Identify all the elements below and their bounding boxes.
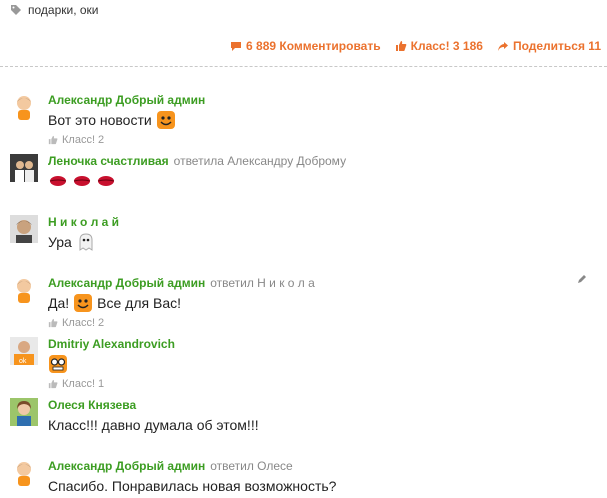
comment-author[interactable]: Александр Добрый админ [48, 459, 205, 473]
comment-icon [231, 41, 242, 51]
avatar[interactable] [10, 215, 38, 243]
like-label: Класс! 1 [62, 378, 105, 390]
comment-author[interactable]: Леночка счастливая [48, 154, 169, 168]
kiss-emoji-icon [73, 176, 91, 186]
share-button[interactable]: Поделиться 11 [497, 39, 601, 53]
reply-to[interactable]: ответил Олесе [210, 459, 293, 473]
comment-item: Н и к о л а й Ура [10, 215, 601, 252]
avatar[interactable] [10, 276, 38, 304]
comment-author[interactable]: Олеся Князева [48, 398, 136, 412]
divider [0, 66, 607, 67]
like-button[interactable]: Класс! 1 [48, 378, 601, 390]
avatar[interactable] [10, 459, 38, 487]
edit-pencil-icon[interactable] [577, 274, 587, 284]
thumbs-up-icon [48, 318, 58, 328]
avatar[interactable] [10, 93, 38, 121]
like-label: Класс! 2 [62, 317, 105, 329]
reply-to[interactable]: ответила Александру Доброму [174, 154, 346, 168]
class-button[interactable]: Класс! 3 186 [395, 39, 483, 53]
comment-text: Спасибо. Понравилась новая возможность? [48, 478, 337, 494]
like-label: Класс! 2 [62, 134, 105, 146]
comment-text: Ура [48, 234, 72, 250]
share-icon [497, 41, 508, 51]
smile-emoji-icon [74, 294, 93, 312]
comment-item: Александр Добрый админ Вот это новости К… [10, 93, 601, 146]
class-button-label: Класс! 3 186 [410, 39, 483, 53]
like-button[interactable]: Класс! 2 [48, 134, 601, 146]
thumbs-up-icon [48, 379, 58, 389]
share-button-label: Поделиться 11 [512, 39, 601, 53]
comment-author[interactable]: Dmitriy Alexandrovich [48, 337, 175, 351]
kiss-emoji-icon [49, 176, 67, 186]
tags-label[interactable]: подарки, оки [28, 3, 99, 17]
comment-author[interactable]: Н и к о л а й [48, 215, 119, 229]
comment-item: Олеся Князева Класс!!! давно думала об э… [10, 398, 601, 435]
comment-text: Вот это новости [48, 112, 152, 128]
comment-text: Класс!!! давно думала об этом!!! [48, 417, 259, 433]
post-actions: 6 889 Комментировать Класс! 3 186 Подели… [230, 39, 601, 53]
thumbs-up-icon [48, 135, 58, 145]
ghost-emoji-icon [79, 233, 93, 251]
comment-item: ok Dmitriy Alexandrovich Класс! 1 [10, 337, 601, 390]
comment-author[interactable]: Александр Добрый админ [48, 276, 205, 290]
kiss-emoji-icon [97, 176, 115, 186]
reply-to[interactable]: ответил Н и к о л а [210, 276, 315, 290]
comment-button[interactable]: 6 889 Комментировать [230, 39, 381, 53]
glasses-emoji-icon [49, 355, 67, 373]
tags-row: подарки, оки [10, 3, 99, 17]
comment-item: Александр Добрый админ ответил Олесе Спас… [10, 459, 601, 496]
comment-item: Леночка счастливая ответила Александру До… [10, 154, 601, 191]
comment-button-label: 6 889 Комментировать [246, 39, 381, 53]
comment-author[interactable]: Александр Добрый админ [48, 93, 205, 107]
comment-text-end: Все для Вас! [97, 295, 182, 311]
like-button[interactable]: Класс! 2 [48, 317, 601, 329]
avatar[interactable]: ok [10, 337, 38, 365]
svg-text:ok: ok [19, 358, 27, 365]
avatar[interactable] [10, 154, 38, 182]
smile-emoji-icon [156, 111, 175, 129]
avatar[interactable] [10, 398, 38, 426]
comment-text-start: Да! [48, 295, 70, 311]
comment-item: Александр Добрый админ ответил Н и к о л … [10, 274, 601, 329]
thumbs-up-icon [395, 41, 406, 51]
tag-icon [11, 5, 21, 15]
